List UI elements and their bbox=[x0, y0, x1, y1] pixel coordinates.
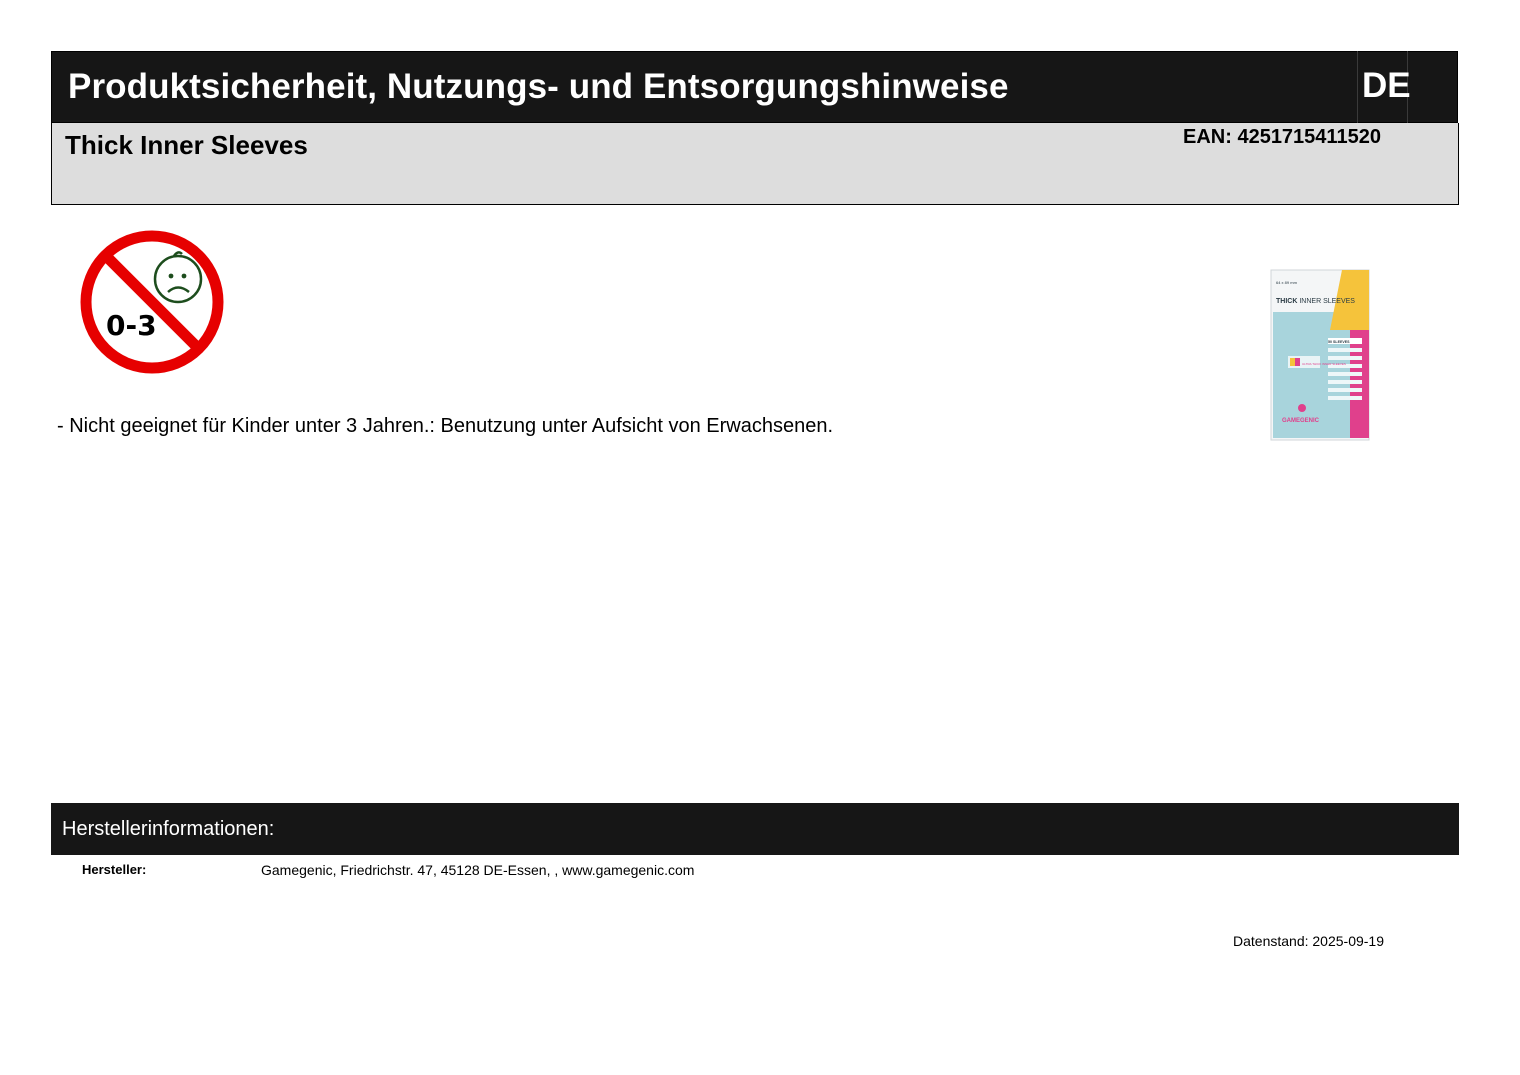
package-size: 64 x 89 mm bbox=[1276, 280, 1298, 285]
package-count: 50 SLEEVES bbox=[1328, 340, 1350, 344]
data-date: Datenstand: 2025-09-19 bbox=[1233, 933, 1384, 949]
safety-warning-text: - Nicht geeignet für Kinder unter 3 Jahr… bbox=[57, 415, 834, 437]
language-box: DE bbox=[1357, 51, 1411, 123]
package-badge: ULTRA THICK INNER SLEEVES bbox=[1302, 362, 1346, 366]
manufacturer-section-header: Herstellerinformationen: bbox=[51, 803, 1459, 855]
package-headline-light: INNER SLEEVES bbox=[1299, 298, 1355, 305]
manufacturer-value: Gamegenic, Friedrichstr. 47, 45128 DE-Es… bbox=[261, 862, 695, 878]
language-code: DE bbox=[1362, 66, 1411, 105]
package-headline-bold: THICK bbox=[1276, 298, 1297, 305]
product-info-bar: Thick Inner Sleeves EAN: 4251715411520 bbox=[51, 123, 1459, 205]
package-brand: GAMEGENIC bbox=[1282, 418, 1320, 424]
manufacturer-label: Hersteller: bbox=[82, 862, 147, 877]
product-package-image: THICK INNER SLEEVES 64 x 89 mm 50 SLEEVE… bbox=[1268, 268, 1374, 444]
page-title: Produktsicherheit, Nutzungs- und Entsorg… bbox=[68, 67, 1009, 106]
manufacturer-heading: Herstellerinformationen: bbox=[62, 818, 275, 840]
product-name: Thick Inner Sleeves bbox=[65, 130, 308, 160]
package-headline: THICK INNER SLEEVES bbox=[1276, 298, 1355, 305]
age-range-label: 0-3 bbox=[106, 309, 157, 342]
page-header: Produktsicherheit, Nutzungs- und Entsorg… bbox=[51, 51, 1458, 123]
not-for-children-under-3-icon: 0-3 bbox=[80, 230, 224, 374]
ean-code: EAN: 4251715411520 bbox=[1183, 126, 1381, 148]
